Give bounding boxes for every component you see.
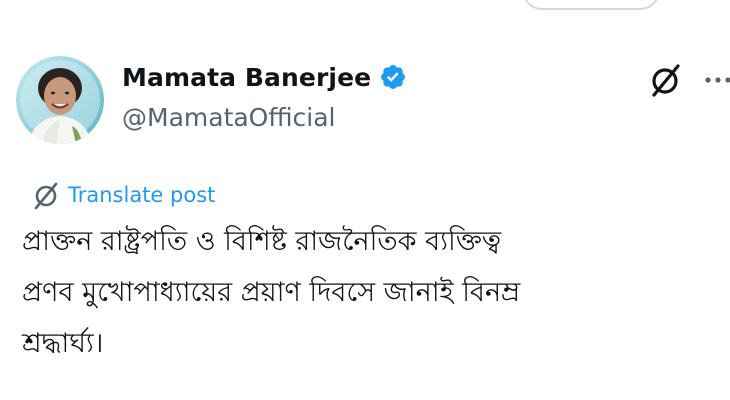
verified-badge-icon [381, 65, 406, 89]
avatar[interactable] [16, 56, 104, 144]
translate-post-label[interactable]: Translate post [68, 183, 215, 207]
author-display-name[interactable]: Mamata Banerjee [122, 63, 371, 92]
post-detail-page: Mamata Banerjee @MamataOfficial Translat… [0, 0, 730, 400]
post-text: প্রাক্তন রাষ্ট্রপতি ও বিশিষ্ট রাজনৈতিক ব… [22, 226, 521, 359]
grok-slash-circle-icon [34, 182, 58, 210]
avatar-photo [16, 56, 104, 144]
author-name-row[interactable]: Mamata Banerjee [122, 60, 407, 94]
author-handle[interactable]: @MamataOfficial [122, 103, 336, 132]
translate-post-link[interactable]: Translate post [30, 178, 215, 212]
more-horizontal-icon[interactable] [704, 74, 730, 86]
top-action-button-edge[interactable] [522, 0, 660, 10]
grok-icon[interactable] [646, 60, 686, 100]
